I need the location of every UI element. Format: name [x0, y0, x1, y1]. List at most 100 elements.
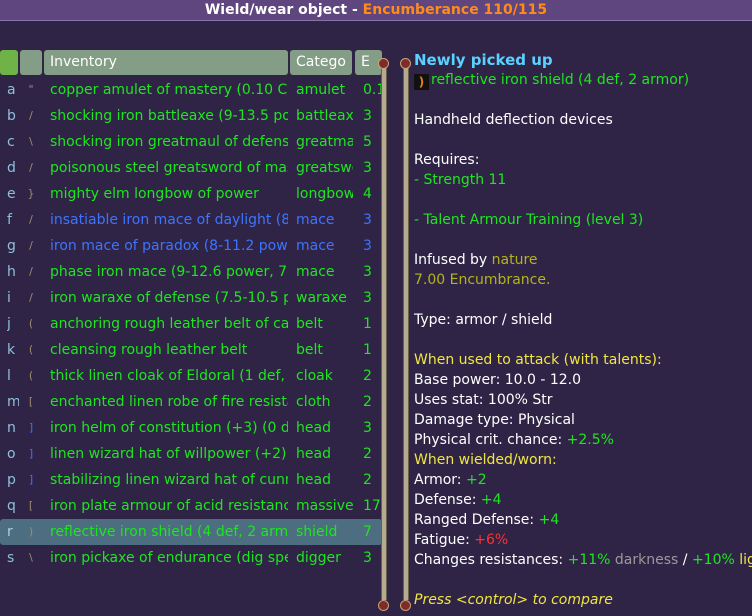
item-name: cleansing rough leather belt [50, 342, 248, 358]
item-name: iron waraxe of defense (7.5-10.5 powe [50, 290, 288, 306]
fatigue-line: Fatigue: +6% [414, 530, 508, 550]
item-glyph-icon: [ [28, 395, 34, 408]
item-glyph-icon: ] [28, 447, 34, 460]
resist-label: Changes resistances: [414, 552, 568, 568]
item-category: battleaxe [296, 108, 353, 124]
item-glyph-icon: ( [28, 317, 34, 330]
inventory-row[interactable]: r) reflective iron shield (4 def, 2 armor… [0, 519, 382, 545]
item-category: greatswo [296, 160, 353, 176]
ranged-defense-label: Ranged Defense: [414, 512, 539, 528]
item-name: stabilizing linen wizard hat of cunni [50, 472, 288, 488]
inventory-row[interactable]: l ( thick linen cloak of Eldoral (1 def, 0… [0, 363, 382, 389]
resist-separator: / [678, 552, 692, 568]
item-category: waraxe [296, 290, 347, 306]
uses-stat: Uses stat: 100% Str [414, 392, 553, 408]
fatigue-label: Fatigue: [414, 532, 475, 548]
symbol-column-header[interactable] [20, 50, 42, 75]
inventory-row[interactable]: s \ iron pickaxe of endurance (dig speed di… [0, 545, 382, 571]
item-name: iron pickaxe of endurance (dig speed [50, 550, 288, 566]
item-type: Type: armor / shield [414, 312, 553, 328]
resist-darkness-value: +11% [567, 552, 611, 568]
inventory-row[interactable]: m [ enchanted linen robe of fire resistanc… [0, 389, 382, 415]
item-category: head [296, 472, 331, 488]
requirement-strength: - Strength 11 [414, 172, 507, 188]
item-hotkey: m [7, 394, 19, 410]
defense-label: Defense: [414, 492, 481, 508]
details-scroll-bottom-cap-icon[interactable] [400, 600, 411, 611]
inventory-row[interactable]: d / poisonous steel greatsword of massa gre… [0, 155, 382, 181]
item-name: linen wizard hat of willpower (+2) (1 d [50, 446, 288, 462]
inventory-row[interactable]: h / phase iron mace (9-12.6 power, 7 apr) m… [0, 259, 382, 285]
details-scroll-rail[interactable] [403, 68, 409, 600]
wield-header: When wielded/worn: [414, 452, 557, 468]
inventory-row[interactable]: o] linen wizard hat of willpower (+2) (1 … [0, 441, 382, 467]
crit-label: Physical crit. chance: [414, 432, 567, 448]
armor-line: Armor: +2 [414, 470, 487, 490]
infused-value: nature [491, 252, 538, 268]
resist-darkness-name: darkness [610, 552, 679, 568]
item-hotkey: r [7, 524, 13, 540]
inventory-row[interactable]: n] iron helm of constitution (+3) (0 def,… [0, 415, 382, 441]
inventory-row[interactable]: k(cleansing rough leather belt belt 1 [0, 337, 382, 363]
inventory-row[interactable]: a " copper amulet of mastery (0.10 Chro amu… [0, 77, 382, 103]
item-glyph-icon: \ [29, 551, 33, 564]
item-name: iron helm of constitution (+3) (0 def, 1 [50, 420, 288, 436]
category-column-header[interactable]: Catego [290, 50, 352, 75]
details-scrollbar[interactable] [400, 54, 412, 614]
item-hotkey: j [7, 316, 11, 332]
item-hotkey: o [7, 446, 16, 462]
item-glyph-icon: / [29, 265, 33, 278]
item-name: shocking iron battleaxe (9-13.5 power, [50, 108, 288, 124]
item-hotkey: n [7, 420, 16, 436]
crit-value: +2.5% [566, 432, 614, 448]
item-name: poisonous steel greatsword of massa [50, 160, 288, 176]
inventory-row[interactable]: g / iron mace of paradox (8-11.2 power, 2 m… [0, 233, 382, 259]
inventory-row[interactable]: e} mighty elm longbow of power longbow 4 [0, 181, 382, 207]
item-name: iron plate armour of acid resistance ( [50, 498, 288, 514]
item-encumbrance: 7.00 Encumbrance. [414, 272, 551, 288]
scroll-bottom-cap-icon[interactable] [378, 600, 389, 611]
item-name: insatiable iron mace of daylight (8-11.2 [50, 212, 288, 228]
item-name: enchanted linen robe of fire resistanc [50, 394, 288, 410]
inventory-scrollbar[interactable] [378, 54, 390, 614]
item-hotkey: q [7, 498, 16, 514]
details-scroll-top-cap-icon[interactable] [400, 58, 411, 69]
inventory-row[interactable]: j (anchoring rough leather belt of carr be… [0, 311, 382, 337]
window-title-bar: Wield/wear object - Encumberance 110/115 [0, 0, 752, 21]
fatigue-value: +6% [474, 532, 509, 548]
scroll-rail[interactable] [381, 68, 387, 600]
item-category: shield [296, 524, 338, 540]
inventory-row[interactable]: p] stabilizing linen wizard hat of cunni h… [0, 467, 382, 493]
item-hotkey: l [7, 368, 11, 384]
crit-chance-line: Physical crit. chance: +2.5% [414, 430, 614, 450]
item-category: amulet [296, 82, 346, 98]
attack-header: When used to attack (with talents): [414, 352, 662, 368]
select-column-header[interactable] [0, 50, 18, 75]
item-glyph-icon: ( [28, 369, 34, 382]
item-name: shocking iron greatmaul of defense ( [50, 134, 288, 150]
details-item-name-line: ) reflective iron shield (4 def, 2 armor) [414, 70, 689, 90]
inventory-row[interactable]: f / insatiable iron mace of daylight (8-11… [0, 207, 382, 233]
item-name: anchoring rough leather belt of carr [50, 316, 288, 332]
item-hotkey: f [7, 212, 12, 228]
item-hotkey: k [7, 342, 16, 358]
inventory-row[interactable]: c \ shocking iron greatmaul of defense (gr… [0, 129, 382, 155]
item-glyph-icon: " [28, 83, 34, 96]
item-hotkey: i [7, 290, 11, 306]
item-category: cloak [296, 368, 333, 384]
item-name: thick linen cloak of Eldoral (1 def, 0 a [50, 368, 288, 384]
item-category: mace [296, 212, 335, 228]
inventory-row[interactable]: q [iron plate armour of acid resistance (… [0, 493, 382, 519]
inventory-column-header[interactable]: Inventory [44, 50, 288, 75]
item-hotkey: g [7, 238, 16, 254]
item-category: greatmau [296, 134, 353, 150]
item-glyph-icon: ] [28, 421, 34, 434]
armor-label: Armor: [414, 472, 466, 488]
scroll-top-cap-icon[interactable] [378, 58, 389, 69]
item-category: mace [296, 264, 335, 280]
item-glyph-icon: \ [29, 135, 33, 148]
inventory-row[interactable]: b / shocking iron battleaxe (9-13.5 power,… [0, 103, 382, 129]
inventory-row[interactable]: i / iron waraxe of defense (7.5-10.5 powe w… [0, 285, 382, 311]
resist-light-value: +10% [691, 552, 735, 568]
item-glyph-icon: / [29, 213, 33, 226]
